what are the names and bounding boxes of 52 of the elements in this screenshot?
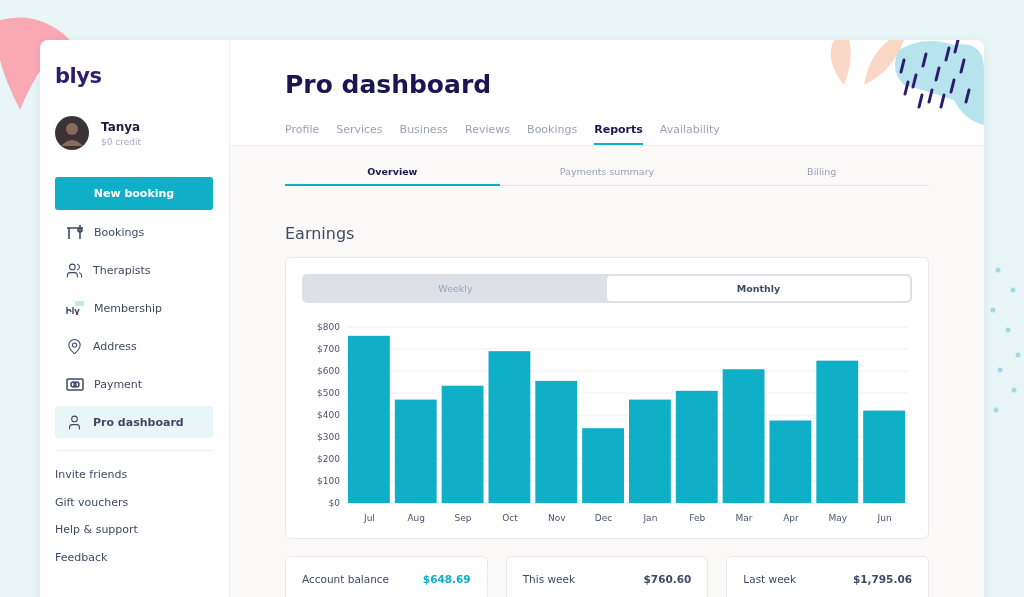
brand-logo: blys bbox=[55, 64, 103, 88]
subtab[interactable]: Overview bbox=[285, 166, 500, 186]
sidebar-item[interactable]: Payment bbox=[55, 368, 213, 400]
axis-label: $300 bbox=[317, 432, 340, 442]
axis-label: Jan bbox=[643, 513, 658, 523]
sidebar-link[interactable]: Invite friends bbox=[55, 461, 213, 489]
axis-label: Mar bbox=[735, 513, 753, 523]
table-icon bbox=[66, 224, 84, 240]
summary-label: Last week bbox=[743, 573, 797, 587]
avatar bbox=[55, 116, 89, 150]
membership-icon bbox=[66, 301, 84, 315]
axis-label: $100 bbox=[317, 476, 340, 486]
person-icon bbox=[66, 413, 83, 431]
axis-label: May bbox=[828, 513, 848, 523]
sidebar-link[interactable]: Gift vouchers bbox=[55, 488, 213, 516]
axis-label: $600 bbox=[317, 366, 340, 376]
axis-label: Jun bbox=[877, 513, 892, 523]
axis-label: $0 bbox=[328, 498, 340, 508]
axis-label: Apr bbox=[783, 513, 799, 523]
credit-text: $0 credit bbox=[101, 136, 142, 147]
sidebar-item[interactable]: Address bbox=[55, 330, 213, 362]
axis-label: Nov bbox=[547, 513, 566, 523]
summary-value: $648.69 bbox=[422, 573, 471, 587]
axis-label: Dec bbox=[594, 513, 613, 523]
pin-icon bbox=[66, 337, 83, 355]
axis-label: Sep bbox=[454, 513, 472, 523]
toggle-option[interactable]: Monthly bbox=[607, 276, 910, 301]
user-name: Tanya bbox=[101, 119, 142, 134]
axis-label: Oct bbox=[502, 513, 518, 523]
page-title: Pro dashboard bbox=[285, 70, 493, 99]
axis-label: $800 bbox=[317, 322, 340, 332]
sidebar-item[interactable]: Therapists bbox=[55, 254, 213, 286]
axis-label: $400 bbox=[317, 410, 340, 420]
summary-label: Account balance bbox=[302, 573, 390, 587]
summary-value: $1,795.06 bbox=[852, 573, 912, 587]
axis-label: Aug bbox=[407, 513, 426, 523]
axis-label: Jul bbox=[364, 513, 375, 523]
card-icon bbox=[66, 377, 84, 391]
axis-label: $700 bbox=[317, 344, 340, 354]
tab[interactable]: Reports bbox=[594, 123, 643, 145]
section-title: Earnings bbox=[285, 224, 356, 243]
summary-value: $760.60 bbox=[643, 573, 692, 587]
users-icon bbox=[66, 261, 83, 279]
axis-label: $500 bbox=[317, 388, 340, 398]
sidebar-link[interactable]: Help & support bbox=[55, 516, 213, 544]
summary-label: This week bbox=[522, 573, 576, 587]
sidebar-item[interactable]: Bookings bbox=[55, 216, 213, 248]
axis-label: $200 bbox=[317, 454, 340, 464]
sidebar-link[interactable]: Feedback bbox=[55, 543, 213, 571]
axis-label: Feb bbox=[689, 513, 706, 523]
sidebar-item[interactable]: Pro dashboard bbox=[55, 406, 213, 438]
sidebar-item[interactable]: Membership bbox=[55, 292, 213, 324]
